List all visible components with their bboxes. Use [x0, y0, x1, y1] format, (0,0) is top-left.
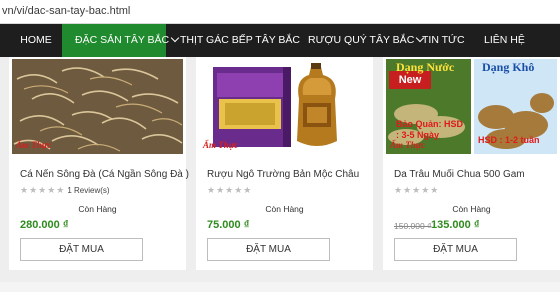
- star-icons: ★★★★★: [20, 185, 66, 195]
- image-label-right: Dạng Khô: [482, 60, 535, 74]
- product-price: 280.000 ₫: [20, 219, 69, 231]
- product-image[interactable]: New Dạng Nước Dạng Khô Bảo Quản: HSD : 3…: [386, 59, 557, 154]
- product-old-price: 150.000 ₫: [394, 221, 432, 231]
- product-title[interactable]: Da Trâu Muối Chua 500 Gam: [394, 169, 525, 180]
- stock-status: Còn Hàng: [78, 204, 117, 214]
- product-title[interactable]: Rượu Ngô Trường Bản Mộc Châu: [207, 169, 359, 180]
- nav-ruou-quy[interactable]: RƯỢU QUÝ TÂY BẮC: [308, 24, 425, 57]
- page-bottom: [0, 282, 560, 292]
- product-image[interactable]: Ẩm Thực: [12, 59, 183, 154]
- review-count[interactable]: 1 Review(s): [67, 186, 109, 195]
- nav-ruou-quy-label: RƯỢU QUÝ TÂY BẮC: [308, 34, 415, 46]
- watermark-logo: Ẩm Thực: [390, 140, 426, 150]
- rating-stars: ★★★★★: [207, 185, 252, 196]
- url-text[interactable]: vn/vi/dac-san-tay-bac.html: [2, 5, 130, 17]
- address-bar[interactable]: vn/vi/dac-san-tay-bac.html: [0, 0, 560, 24]
- rating-stars: ★★★★★: [394, 185, 439, 196]
- product-price: 135.000 ₫: [431, 219, 480, 231]
- nav-tin-tuc-label: TIN TỨC: [422, 34, 465, 46]
- image-note-left: Bảo Quản: HSD : 3-5 Ngày: [396, 119, 464, 140]
- watermark-logo: Ẩm Thực: [16, 140, 52, 150]
- nav-tin-tuc[interactable]: TIN TỨC: [422, 24, 465, 57]
- stock-status: Còn Hàng: [452, 204, 491, 214]
- product-card: Ẩm Thực Cá Nến Sông Đà (Cá Ngần Sông Đà …: [9, 57, 189, 270]
- main-nav: HOME ĐẶC SẢN TÂY BẮC THỊT GÁC BẾP TÂY BẮ…: [0, 24, 560, 57]
- product-price: 75.000 ₫: [207, 219, 250, 231]
- nav-home[interactable]: HOME: [12, 24, 60, 57]
- buy-button[interactable]: ĐẶT MUA: [207, 238, 330, 261]
- buy-button[interactable]: ĐẶT MUA: [394, 238, 517, 261]
- buy-button[interactable]: ĐẶT MUA: [20, 238, 143, 261]
- stock-status: Còn Hàng: [265, 204, 304, 214]
- image-note-right: HSD : 1-2 tuần: [478, 135, 540, 145]
- product-title[interactable]: Cá Nến Sông Đà (Cá Ngần Sông Đà ): [20, 169, 189, 180]
- product-card: New Dạng Nước Dạng Khô Bảo Quản: HSD : 3…: [383, 57, 560, 270]
- product-image[interactable]: Ẩm Thực: [199, 59, 370, 154]
- rating-stars: ★★★★★ 1 Review(s): [20, 185, 110, 196]
- watermark-logo: Ẩm Thực: [203, 140, 239, 150]
- nav-lien-he-label: LIÊN HỆ: [484, 34, 525, 46]
- product-card: Ẩm Thực Rượu Ngô Trường Bản Mộc Châu ★★★…: [196, 57, 373, 270]
- nav-lien-he[interactable]: LIÊN HỆ: [484, 24, 525, 57]
- nav-home-label: HOME: [20, 34, 52, 46]
- star-icons: ★★★★★: [207, 185, 253, 195]
- nav-dac-san-label: ĐẶC SẢN TÂY BẮC: [75, 34, 170, 46]
- image-label-left: Dạng Nước: [396, 60, 455, 74]
- star-icons: ★★★★★: [394, 185, 440, 195]
- nav-thit-gac-bep-label: THỊT GÁC BẾP TÂY BẮC: [180, 34, 301, 46]
- nav-thit-gac-bep[interactable]: THỊT GÁC BẾP TÂY BẮC: [180, 24, 300, 57]
- nav-dac-san-tay-bac[interactable]: ĐẶC SẢN TÂY BẮC: [62, 24, 180, 57]
- chevron-down-icon: [170, 33, 180, 43]
